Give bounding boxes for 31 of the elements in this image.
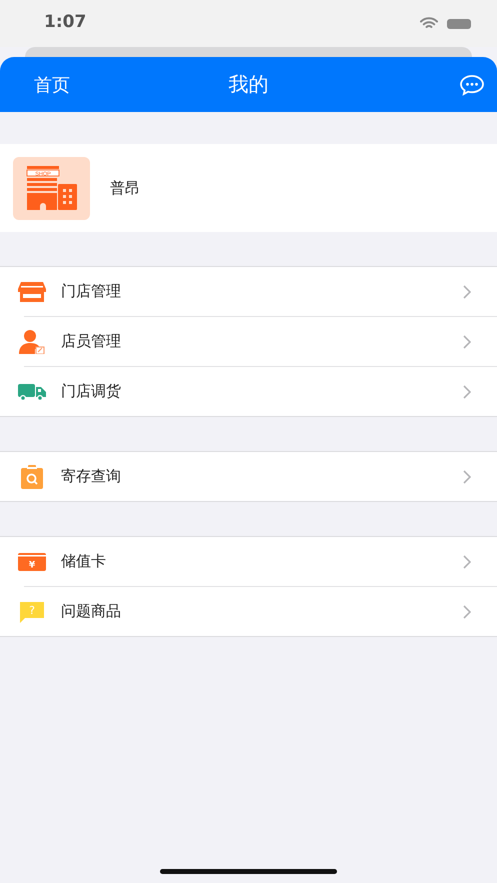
menu-label: 店员管理 (61, 332, 122, 351)
chevron-icon (463, 554, 471, 568)
chevron-icon (463, 470, 471, 484)
menu-row[interactable]: ? 问题商品 (0, 587, 497, 636)
menu-row[interactable]: 寄存查询 (0, 452, 497, 501)
menu-row[interactable]: 门店管理 (0, 267, 497, 316)
person-icon (19, 330, 45, 354)
menu-label: 储值卡 (61, 552, 107, 571)
menu-row[interactable]: 门店调货 (0, 367, 497, 416)
wifi-icon (420, 17, 438, 30)
chevron-icon (463, 384, 471, 398)
menu-label: 门店调货 (61, 382, 122, 401)
store-name: 普昂 (110, 178, 140, 198)
chevron-icon (463, 604, 471, 618)
bag-search-icon (20, 464, 44, 488)
truck-icon (18, 382, 46, 400)
card-icon: ¥ (18, 552, 46, 570)
chevron-icon (463, 334, 471, 348)
menu-label: 问题商品 (61, 602, 122, 621)
chevron-icon (463, 284, 471, 298)
page-title: 我的 (228, 71, 268, 98)
menu-row[interactable]: ¥ 储值卡 (0, 537, 497, 586)
menu-label: 门店管理 (61, 282, 122, 301)
menu-label: 寄存查询 (61, 467, 122, 486)
battery-icon (447, 19, 471, 29)
menu-row[interactable]: 店员管理 (0, 317, 497, 366)
status-time: 1:07 (44, 12, 86, 32)
chat-icon[interactable] (459, 74, 485, 96)
question-bubble-icon: ? (19, 600, 45, 622)
storefront-icon (18, 280, 46, 302)
home-button[interactable]: 首页 (34, 72, 70, 96)
